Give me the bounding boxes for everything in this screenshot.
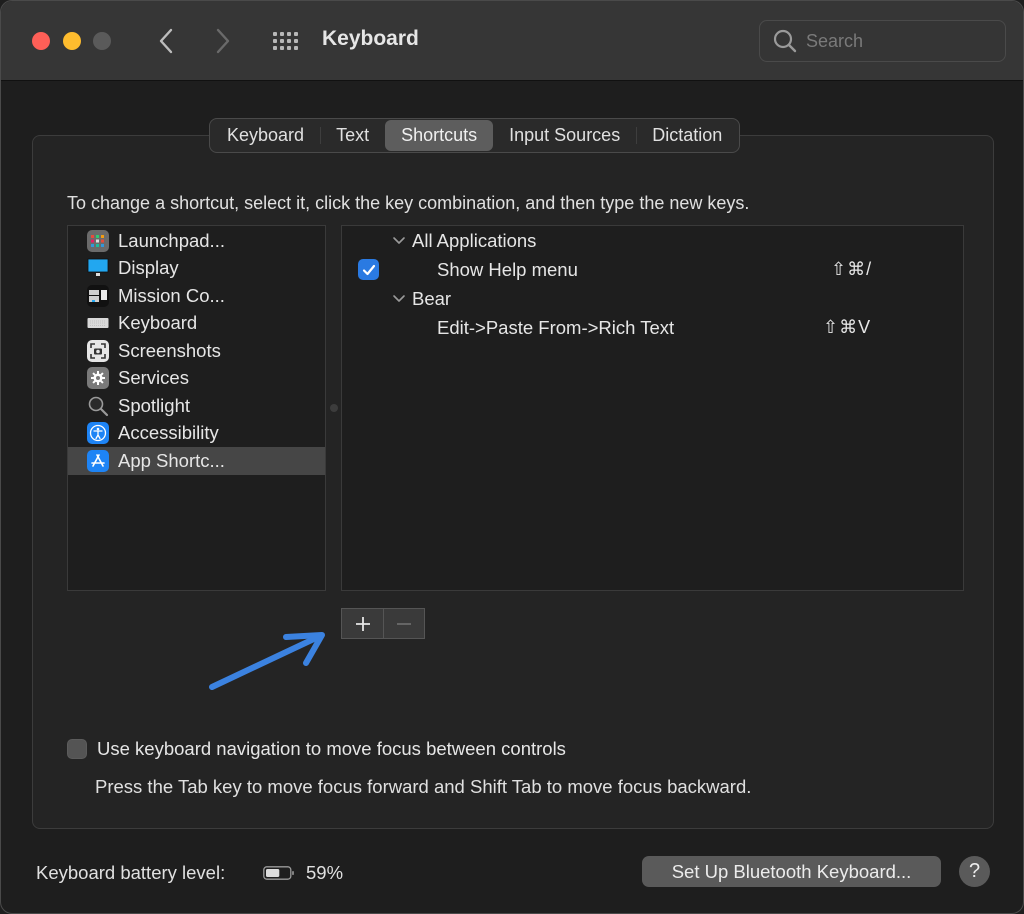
chevron-left-icon	[159, 28, 173, 54]
search-input[interactable]	[806, 30, 996, 52]
category-label: App Shortc...	[118, 449, 225, 471]
tab-bar: Keyboard Text Shortcuts Input Sources Di…	[209, 118, 741, 153]
keyboard-navigation-hint: Press the Tab key to move focus forward …	[95, 776, 752, 797]
shortcut-keys[interactable]: ⇧⌘V	[823, 317, 871, 338]
checkmark-icon	[362, 264, 375, 275]
screenshot-icon	[87, 339, 109, 362]
category-mission-control[interactable]: Mission Co...	[68, 282, 325, 310]
shortcut-keys[interactable]: ⇧⌘/	[831, 259, 872, 280]
shortcut-row[interactable]: Show Help menu ⇧⌘/	[342, 255, 963, 284]
mission-control-icon	[87, 284, 109, 307]
window-title: Keyboard	[322, 27, 419, 50]
instructions-text: To change a shortcut, select it, click t…	[67, 193, 750, 213]
chevron-down-icon[interactable]	[391, 290, 407, 306]
chevron-right-icon	[216, 28, 230, 54]
annotation-arrow-icon	[209, 632, 325, 690]
category-label: Launchpad...	[118, 229, 225, 251]
category-label: Screenshots	[118, 339, 221, 361]
category-accessibility[interactable]: Accessibility	[68, 420, 325, 448]
add-button[interactable]	[342, 609, 383, 638]
category-label: Spotlight	[118, 394, 190, 416]
category-keyboard[interactable]: Keyboard	[68, 310, 325, 338]
group-label: All Applications	[412, 229, 537, 251]
minimize-button[interactable]	[63, 32, 81, 50]
group-row-bear[interactable]: Bear	[342, 284, 963, 313]
show-all-button[interactable]	[270, 29, 300, 53]
category-label: Keyboard	[118, 312, 198, 334]
setup-bluetooth-keyboard-button[interactable]: Set Up Bluetooth Keyboard...	[642, 856, 941, 887]
gear-icon	[87, 367, 109, 390]
tab-text[interactable]: Text	[320, 120, 385, 151]
category-list: Launchpad... Display Mission Co... Keybo…	[67, 225, 326, 591]
category-label: Mission Co...	[118, 284, 225, 306]
tab-input-sources[interactable]: Input Sources	[493, 120, 636, 151]
minus-icon	[397, 622, 411, 625]
grid-icon	[272, 32, 277, 36]
remove-button[interactable]	[383, 609, 424, 638]
category-spotlight[interactable]: Spotlight	[68, 392, 325, 420]
tab-dictation[interactable]: Dictation	[636, 120, 738, 151]
keyboard-navigation-checkbox[interactable]	[67, 739, 87, 759]
category-screenshots[interactable]: Screenshots	[68, 337, 325, 365]
category-label: Services	[118, 367, 189, 389]
search-field[interactable]	[759, 20, 1006, 62]
split-view-divider[interactable]	[330, 404, 338, 412]
shortcut-list: All Applications Show Help menu ⇧⌘/ Bear…	[341, 225, 964, 591]
launchpad-icon	[87, 229, 109, 252]
keyboard-preferences-window: Keyboard Keyboard Text Shortcuts Input S…	[0, 0, 1024, 914]
accessibility-icon	[87, 422, 109, 445]
keyboard-navigation-label: Use keyboard navigation to move focus be…	[97, 738, 566, 759]
search-icon	[773, 29, 797, 53]
category-label: Display	[118, 257, 179, 279]
help-button[interactable]: ?	[959, 856, 990, 887]
tab-shortcuts[interactable]: Shortcuts	[385, 120, 494, 151]
shortcut-label: Edit->Paste From->Rich Text	[437, 316, 675, 338]
group-row-all-applications[interactable]: All Applications	[342, 226, 963, 255]
category-launchpad[interactable]: Launchpad...	[68, 227, 325, 255]
category-label: Accessibility	[118, 422, 219, 444]
close-button[interactable]	[32, 32, 50, 50]
battery-label: Keyboard battery level:	[36, 862, 226, 883]
battery-percent: 59%	[306, 862, 344, 883]
category-display[interactable]: Display	[68, 255, 325, 283]
keyboard-navigation-option[interactable]: Use keyboard navigation to move focus be…	[67, 738, 566, 760]
battery-icon	[263, 866, 294, 880]
titlebar: Keyboard	[1, 1, 1023, 81]
shortcut-row[interactable]: Edit->Paste From->Rich Text ⇧⌘V	[342, 313, 963, 342]
shortcut-label: Show Help menu	[437, 258, 578, 280]
shortcut-enabled-checkbox[interactable]	[358, 259, 379, 280]
display-icon	[87, 257, 109, 279]
zoom-button[interactable]	[93, 32, 111, 50]
plus-icon	[355, 616, 370, 631]
category-app-shortcuts[interactable]: App Shortc...	[68, 447, 325, 475]
forward-button[interactable]	[208, 23, 238, 59]
add-remove-control	[341, 608, 425, 639]
back-button[interactable]	[151, 23, 181, 59]
chevron-down-icon[interactable]	[391, 232, 407, 248]
category-services[interactable]: Services	[68, 365, 325, 393]
app-store-icon	[87, 449, 109, 472]
magnifier-icon	[87, 395, 109, 417]
tab-keyboard[interactable]: Keyboard	[211, 120, 320, 151]
battery-fill	[266, 869, 280, 877]
group-label: Bear	[412, 287, 452, 309]
keyboard-icon	[87, 312, 109, 334]
